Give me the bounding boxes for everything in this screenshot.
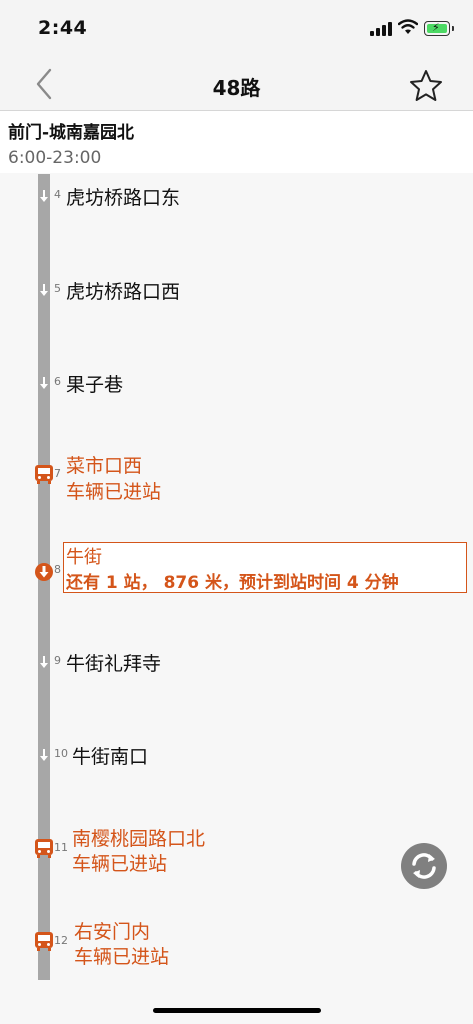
stop-name[interactable]: 南樱桃园路口北 xyxy=(72,824,205,851)
stop-name[interactable]: 虎坊桥路口东 xyxy=(66,183,180,210)
bus-icon xyxy=(35,839,53,858)
stop-number: 7 xyxy=(54,467,61,480)
bus-icon xyxy=(35,465,53,484)
status-bar: 2:44 ⚡ xyxy=(0,0,473,58)
stop-number: 9 xyxy=(54,654,61,667)
status-time: 2:44 xyxy=(38,17,88,39)
refresh-button[interactable] xyxy=(401,843,447,889)
stop-number: 8 xyxy=(54,563,61,576)
stop-name[interactable]: 虎坊桥路口西 xyxy=(66,277,180,304)
down-arrow-icon xyxy=(40,377,48,389)
route-hours: 6:00-23:00 xyxy=(8,148,102,168)
bus-status: 车辆已进站 xyxy=(72,853,168,875)
refresh-icon xyxy=(412,853,436,879)
route-name: 前门-城南嘉园北 xyxy=(8,123,135,143)
bus-status: 车辆已进站 xyxy=(66,481,162,503)
home-indicator[interactable] xyxy=(153,1008,321,1013)
down-arrow-icon xyxy=(40,749,48,761)
cellular-signal-icon xyxy=(370,22,392,36)
stop-name[interactable]: 右安门内 xyxy=(74,917,150,944)
stop-name[interactable]: 菜市口西 xyxy=(66,451,142,478)
nav-bar: 48路 xyxy=(0,58,473,111)
route-info: 前门-城南嘉园北 6:00-23:00 xyxy=(0,111,473,173)
star-icon[interactable] xyxy=(408,68,444,104)
down-arrow-icon xyxy=(40,284,48,296)
page-title: 48路 xyxy=(212,76,261,100)
stop-name[interactable]: 牛街礼拜寺 xyxy=(66,649,161,676)
stop-number: 11 xyxy=(54,841,68,854)
bus-status: 车辆已进站 xyxy=(74,946,170,968)
down-arrow-icon xyxy=(40,656,48,668)
stop-number: 12 xyxy=(54,934,68,947)
stop-number: 5 xyxy=(54,282,61,295)
down-arrow-icon xyxy=(40,190,48,202)
stop-name[interactable]: 牛街 xyxy=(66,543,102,569)
stop-number: 6 xyxy=(54,375,61,388)
stop-number: 4 xyxy=(54,188,61,201)
wifi-icon xyxy=(398,19,418,34)
stop-name[interactable]: 果子巷 xyxy=(66,370,123,397)
arrival-estimate: 还有 1 站， 876 米，预计到站时间 4 分钟 xyxy=(66,573,399,593)
bus-icon xyxy=(35,932,53,951)
current-stop-marker-icon xyxy=(35,563,53,581)
stop-name[interactable]: 牛街南口 xyxy=(72,742,148,769)
battery-icon: ⚡ xyxy=(424,21,454,36)
stop-number: 10 xyxy=(54,747,68,760)
